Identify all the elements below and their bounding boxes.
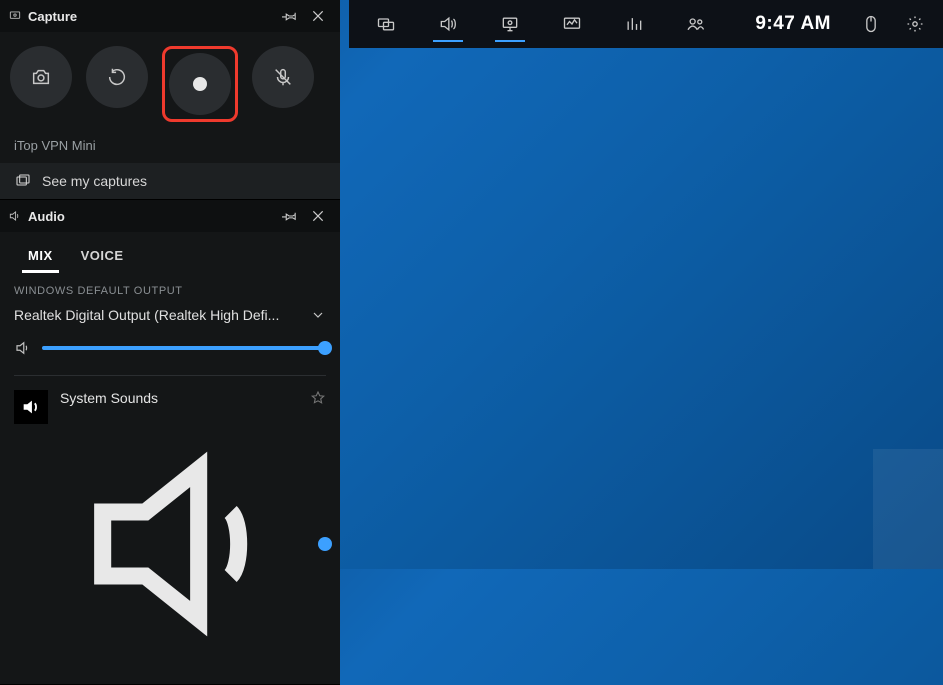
volume-icon [14, 339, 32, 357]
microphone-toggle-button[interactable] [252, 46, 314, 108]
capture-header-icon [8, 9, 22, 23]
see-my-captures-label: See my captures [42, 173, 147, 189]
pin-button[interactable] [276, 2, 304, 30]
clock: 9:47 AM [755, 13, 831, 35]
close-button[interactable] [304, 2, 332, 30]
audio-panel: Audio MIX VOICE WINDOWS DEFAULT OUTPUT R… [0, 200, 340, 685]
gallery-icon [14, 173, 32, 189]
favorite-star-icon[interactable] [310, 390, 326, 406]
system-sounds-icon [14, 390, 48, 424]
capture-title: Capture [28, 9, 276, 24]
output-device-name: Realtek Digital Output (Realtek High Def… [14, 307, 279, 323]
chevron-down-icon [310, 307, 326, 323]
capture-panel: Capture iTop VPN Mini [0, 0, 340, 200]
app-volume-icon [60, 416, 316, 672]
divider [14, 375, 326, 376]
capture-panel-header: Capture [0, 0, 340, 32]
audio-pin-button[interactable] [276, 202, 304, 230]
tab-voice[interactable]: VOICE [67, 242, 138, 273]
audio-title: Audio [28, 209, 276, 224]
tab-mix[interactable]: MIX [14, 242, 67, 273]
output-section-label: WINDOWS DEFAULT OUTPUT [14, 285, 326, 297]
audio-header-icon [8, 209, 22, 223]
start-recording-button[interactable] [169, 53, 231, 115]
desktop-ghost-window [873, 449, 943, 569]
audio-tabs: MIX VOICE [0, 232, 340, 273]
record-last-button[interactable] [86, 46, 148, 108]
audio-icon[interactable] [417, 0, 479, 48]
capture-icon[interactable] [479, 0, 541, 48]
record-dot-icon [193, 77, 207, 91]
master-volume-row [14, 339, 326, 357]
widgets-icon[interactable] [355, 0, 417, 48]
app-volume-name: System Sounds [60, 390, 158, 406]
performance-icon[interactable] [541, 0, 603, 48]
game-bar-topbar: 9:47 AM [349, 0, 943, 48]
see-my-captures-button[interactable]: See my captures [0, 163, 340, 199]
mouse-icon[interactable] [849, 0, 893, 48]
record-highlight [162, 46, 238, 122]
audio-close-button[interactable] [304, 202, 332, 230]
capture-target-name: iTop VPN Mini [0, 132, 340, 163]
audio-panel-header: Audio [0, 200, 340, 232]
master-volume-slider[interactable] [42, 346, 326, 350]
output-device-dropdown[interactable]: Realtek Digital Output (Realtek High Def… [14, 307, 326, 323]
xbox-social-icon[interactable] [665, 0, 727, 48]
resources-icon[interactable] [603, 0, 665, 48]
settings-icon[interactable] [893, 0, 937, 48]
overlay-panels: Capture iTop VPN Mini [0, 0, 340, 685]
app-volume-row: System Sounds [14, 390, 326, 678]
screenshot-button[interactable] [10, 46, 72, 108]
